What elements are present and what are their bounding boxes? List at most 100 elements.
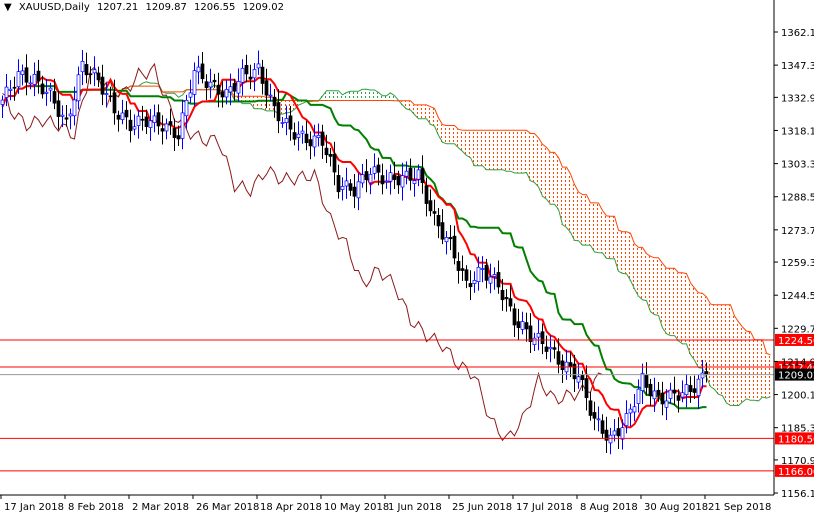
ichimoku-cloud-segment: [465, 130, 469, 156]
candle-body: [220, 91, 225, 98]
ichimoku-cloud-segment: [601, 210, 605, 253]
candle-body: [700, 372, 705, 379]
ichimoku-cloud-segment: [489, 130, 493, 170]
candle-body: [300, 130, 305, 134]
candle-body: [276, 102, 281, 122]
ichimoku-cloud-segment: [349, 91, 353, 101]
candle-body: [692, 388, 697, 393]
ichimoku-cloud-segment: [637, 247, 641, 297]
candle-body: [672, 389, 677, 394]
candle-body: [164, 123, 169, 132]
candle-body: [596, 418, 601, 421]
candle-body: [364, 171, 369, 181]
ichimoku-cloud-segment: [481, 130, 485, 166]
candle-body: [84, 64, 89, 76]
time-tick-label: 17 Jan 2018: [4, 502, 64, 513]
ichimoku-cloud-segment: [545, 147, 549, 200]
candle-body: [388, 172, 393, 182]
ichimoku-cloud-segment: [445, 125, 449, 144]
ichimoku-cloud-segment: [505, 130, 509, 172]
candle-body: [376, 164, 381, 173]
candle-body: [208, 81, 213, 88]
candle-body: [340, 186, 345, 190]
ichimoku-cloud-segment: [497, 130, 501, 170]
ichimoku-cloud-segment: [453, 125, 457, 144]
candle-body: [468, 283, 473, 288]
candle-body: [232, 83, 237, 92]
candle-body: [568, 362, 573, 368]
price-tick-label: 1200.10: [781, 391, 814, 402]
candle-body: [228, 86, 233, 93]
ichimoku-cloud-segment: [569, 173, 573, 233]
candle-body: [240, 67, 245, 83]
candle-body: [544, 346, 549, 352]
price-chart[interactable]: 1224.501212.401180.501166.001362.101347.…: [0, 0, 814, 514]
candle-body: [688, 385, 693, 392]
candle-body: [88, 73, 93, 76]
ichimoku-cloud-segment: [665, 268, 669, 334]
candle-body: [616, 428, 621, 437]
ichimoku-cloud-segment: [669, 268, 673, 336]
candle-body: [308, 139, 313, 147]
candle-body: [396, 175, 401, 186]
candle-body: [520, 321, 525, 330]
candle-body: [472, 280, 477, 284]
time-tick-label: 21 Sep 2018: [708, 502, 771, 513]
price-tick-label: 1288.50: [781, 193, 814, 204]
candle-body: [124, 109, 129, 118]
ichimoku-cloud-segment: [441, 124, 445, 143]
ichimoku-cloud-segment: [345, 92, 349, 101]
candle-body: [500, 289, 505, 301]
ichimoku-cloud-segment: [501, 130, 505, 170]
candle-body: [656, 389, 661, 396]
candle-body: [188, 92, 193, 98]
ichimoku-cloud-segment: [257, 96, 261, 109]
candle-body: [400, 175, 405, 188]
ichimoku-cloud-segment: [573, 184, 577, 241]
time-tick-label: 8 Aug 2018: [580, 502, 638, 513]
candle-body: [592, 412, 597, 419]
ichimoku-cloud-segment: [469, 130, 473, 158]
ichimoku-cloud-segment: [681, 272, 685, 344]
price-tick-label: 1362.10: [781, 28, 814, 39]
ichimoku-cloud-segment: [249, 96, 253, 104]
ichimoku-cloud-segment: [693, 288, 697, 361]
candle-body: [584, 378, 589, 399]
candle-body: [68, 113, 73, 117]
candle-body: [76, 74, 81, 102]
ichimoku-cloud-segment: [381, 95, 385, 101]
candle-body: [264, 80, 269, 96]
candle-body: [284, 118, 289, 124]
candle-body: [440, 222, 445, 240]
ichimoku-cloud-segment: [537, 137, 541, 187]
ichimoku-cloud-segment: [541, 144, 545, 197]
ichimoku-cloud-segment: [485, 130, 489, 170]
ichimoku-cloud-segment: [677, 272, 681, 341]
ichimoku-cloud-segment: [717, 304, 721, 395]
candle-body: [344, 180, 349, 187]
candle-body: [352, 186, 357, 197]
ichimoku-cloud-segment: [369, 90, 373, 101]
candle-body: [60, 114, 65, 117]
candle-body: [216, 84, 221, 95]
candle-body: [160, 128, 165, 132]
ichimoku-cloud-segment: [701, 293, 705, 369]
candle-body: [420, 168, 425, 183]
candle-body: [660, 392, 665, 405]
candle-body: [248, 76, 253, 80]
ichimoku-cloud-segment: [633, 243, 637, 289]
candle-body: [52, 91, 57, 104]
candle-body: [380, 175, 385, 185]
ichimoku-cloud-segment: [737, 321, 741, 406]
ichimoku-cloud-segment: [625, 231, 629, 274]
ichimoku-cloud-segment: [433, 108, 437, 127]
candle-body: [600, 420, 605, 434]
candle-body: [524, 322, 529, 330]
candle-body: [304, 133, 309, 144]
ichimoku-cloud-segment: [645, 253, 649, 301]
candle-body: [256, 63, 261, 69]
time-tick-label: 8 Feb 2018: [68, 502, 124, 513]
candle-body: [20, 70, 25, 75]
price-tick-label: 1185.30: [781, 424, 814, 435]
candle-body: [356, 181, 361, 199]
